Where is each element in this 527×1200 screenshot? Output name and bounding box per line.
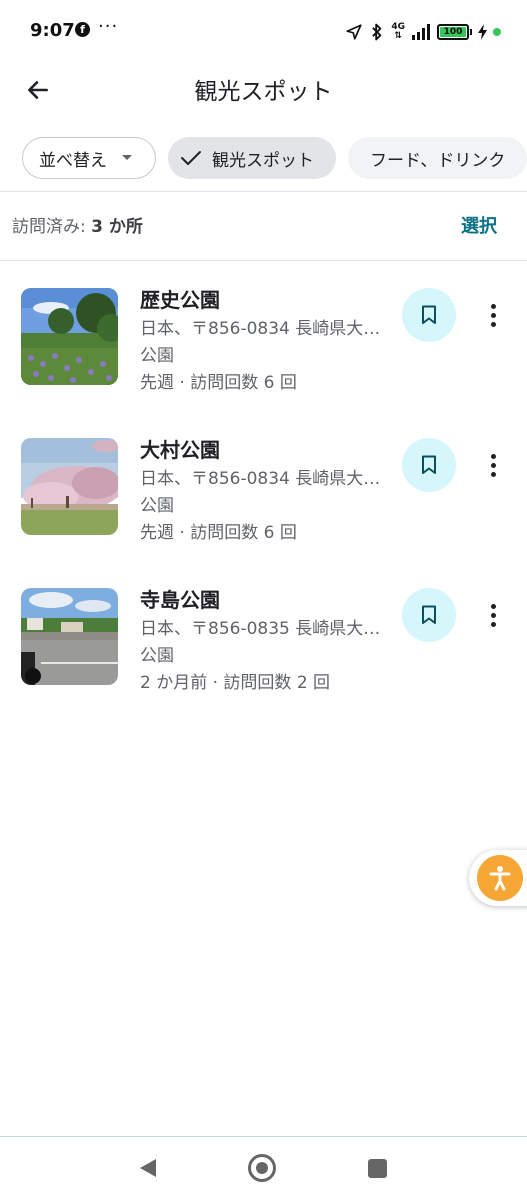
tourist-spots-chip[interactable]: 観光スポット <box>168 137 336 179</box>
save-button[interactable] <box>402 288 456 342</box>
place-name: 寺島公園 <box>140 588 220 612</box>
place-category: 公園 <box>140 346 174 366</box>
place-thumbnail <box>21 288 118 385</box>
more-vert-icon <box>490 453 496 459</box>
save-button[interactable] <box>402 438 456 492</box>
network-arrows: ⇅ <box>394 31 402 41</box>
visited-prefix: 訪問済み: <box>12 217 92 237</box>
charging-icon <box>478 24 487 40</box>
status-icons: 4G ⇅ 100 <box>345 20 501 44</box>
more-notifications-icon: ··· <box>98 16 119 37</box>
list-item[interactable]: 歴史公園 日本、〒856-0834 長崎県大村市 公園 先週 · 訪問回数 6 … <box>0 288 527 418</box>
visited-count: 訪問済み: 3 か所 <box>12 212 143 237</box>
bookmark-icon <box>422 455 436 474</box>
select-button[interactable]: 選択 <box>461 212 497 238</box>
place-visit-info: 先週 · 訪問回数 6 回 <box>140 373 297 393</box>
caret-down-icon <box>122 155 132 160</box>
system-nav-bar <box>0 1136 527 1200</box>
list-item[interactable]: 大村公園 日本、〒856-0834 長崎県大村市 公園 先週 · 訪問回数 6 … <box>0 438 527 568</box>
more-vert-icon <box>490 603 496 609</box>
place-name: 大村公園 <box>140 438 220 462</box>
network-indicator: 4G ⇅ <box>391 23 405 41</box>
privacy-dot-icon <box>493 28 501 36</box>
battery-icon: 100 <box>437 24 472 40</box>
check-icon <box>181 151 201 165</box>
place-category: 公園 <box>140 646 174 666</box>
tourist-spots-chip-label: 観光スポット <box>212 150 314 171</box>
location-arrow-icon <box>346 24 362 40</box>
screen: 9:07 f ··· 4G ⇅ 100 観光スポット 並べ替え 観光スポット フ… <box>0 0 527 1200</box>
nav-home-icon[interactable] <box>248 1154 276 1182</box>
place-thumbnail <box>21 438 118 535</box>
place-name: 歴史公園 <box>140 288 220 312</box>
divider <box>0 260 527 261</box>
more-options-button[interactable] <box>478 598 508 632</box>
place-address: 日本、〒856-0835 長崎県大村市 <box>140 619 392 639</box>
accessibility-icon <box>489 866 511 891</box>
save-button[interactable] <box>402 588 456 642</box>
nav-recents-icon[interactable] <box>368 1159 387 1178</box>
signal-icon <box>412 24 430 40</box>
food-drink-chip-label: フード、ドリンク <box>370 150 506 171</box>
more-options-button[interactable] <box>478 298 508 332</box>
accessibility-fab-container <box>469 850 527 906</box>
filter-chips: 並べ替え 観光スポット フード、ドリンク <box>22 137 527 181</box>
place-visit-info: 先週 · 訪問回数 6 回 <box>140 523 297 543</box>
place-address: 日本、〒856-0834 長崎県大村市 <box>140 469 392 489</box>
nav-back-icon[interactable] <box>138 1157 158 1179</box>
place-address: 日本、〒856-0834 長崎県大村市 <box>140 319 392 339</box>
facebook-icon: f <box>75 22 90 37</box>
battery-level: 100 <box>440 27 466 37</box>
list-item[interactable]: 寺島公園 日本、〒856-0835 長崎県大村市 公園 2 か月前 · 訪問回数… <box>0 588 527 718</box>
sort-chip-label: 並べ替え <box>39 150 107 171</box>
more-vert-icon <box>490 303 496 309</box>
place-visit-info: 2 か月前 · 訪問回数 2 回 <box>140 673 331 693</box>
divider <box>0 191 527 192</box>
visited-number: 3 か所 <box>91 217 143 237</box>
place-category: 公園 <box>140 496 174 516</box>
page-title: 観光スポット <box>194 79 333 105</box>
bluetooth-icon <box>372 23 382 41</box>
more-options-button[interactable] <box>478 448 508 482</box>
app-bar: 観光スポット <box>0 64 527 116</box>
bookmark-icon <box>422 605 436 624</box>
status-bar: 9:07 f ··· 4G ⇅ 100 <box>0 0 527 64</box>
food-drink-chip[interactable]: フード、ドリンク <box>348 137 527 179</box>
bookmark-icon <box>422 305 436 324</box>
accessibility-button[interactable] <box>477 855 523 901</box>
sort-chip[interactable]: 並べ替え <box>22 137 156 179</box>
place-thumbnail <box>21 588 118 685</box>
status-time: 9:07 <box>30 20 75 41</box>
